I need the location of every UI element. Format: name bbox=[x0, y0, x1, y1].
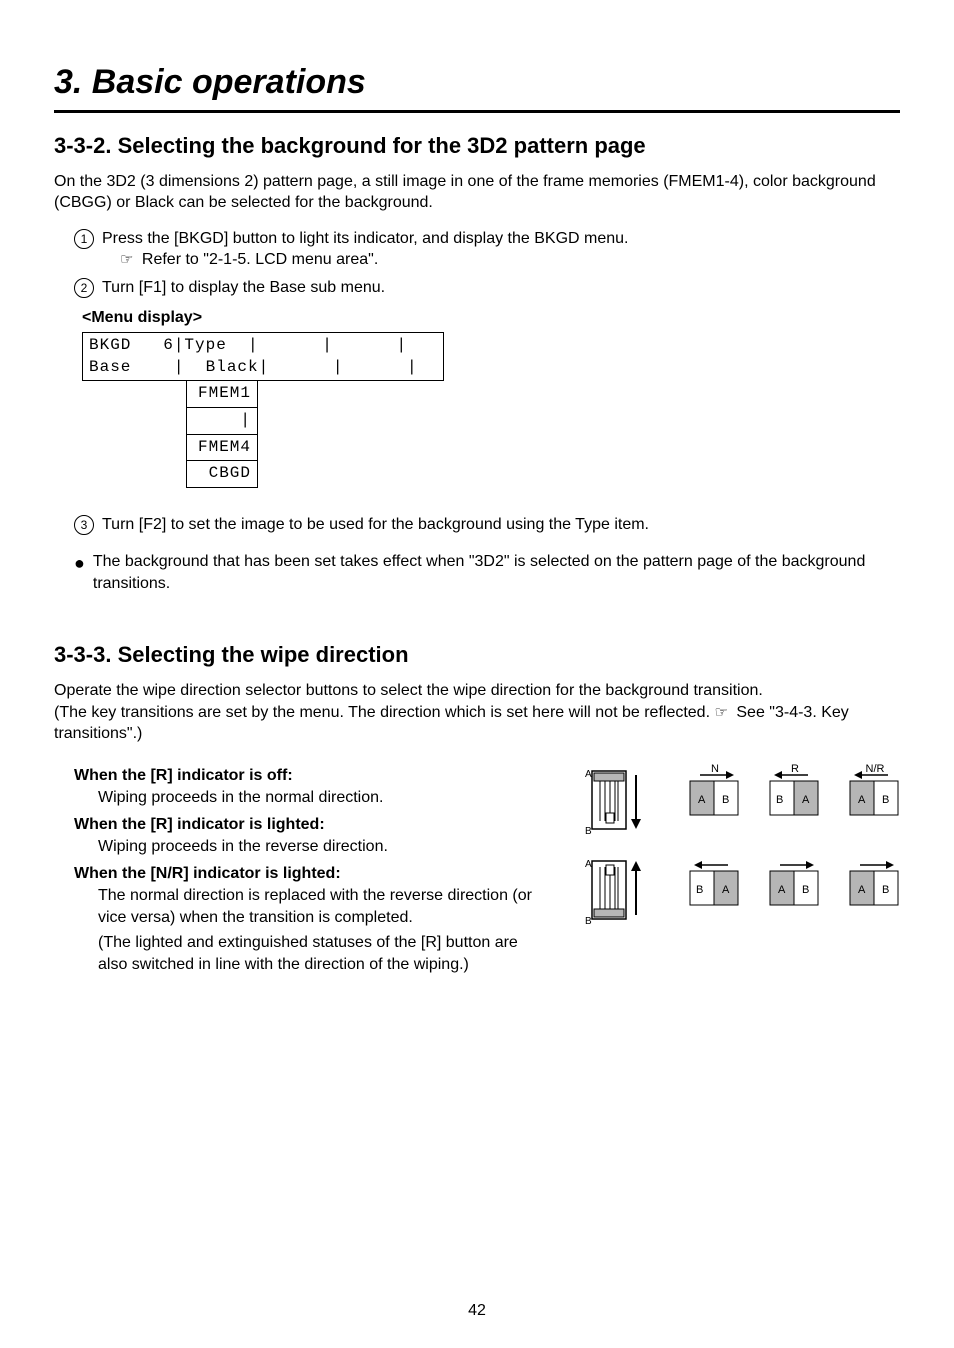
step-3: 3 Turn [F2] to set the image to be used … bbox=[74, 514, 900, 536]
menu-display-block: BKGD 6|Type | | | Base | Black| | | FMEM… bbox=[82, 332, 900, 488]
lever-a-label: A bbox=[585, 769, 592, 780]
hand-icon: ☞ bbox=[714, 704, 727, 721]
wipe-diagram-svg: N R N/R A B bbox=[570, 759, 900, 939]
chapter-title: 3. Basic operations bbox=[54, 60, 900, 113]
menu-row-1: BKGD 6|Type | | | bbox=[89, 336, 407, 354]
cell-a: A bbox=[722, 884, 730, 896]
bullet-text: The background that has been set takes e… bbox=[93, 551, 900, 594]
steps-list-1: 1 Press the [BKGD] button to light its i… bbox=[74, 228, 900, 299]
cell-b: B bbox=[776, 794, 783, 806]
page-container: 3. Basic operations 3-3-2. Selecting the… bbox=[0, 0, 954, 1348]
section-2-title: 3-3-3. Selecting the wipe direction bbox=[54, 640, 900, 670]
cell-b: B bbox=[722, 794, 729, 806]
cell-b: B bbox=[696, 884, 703, 896]
lever-a-label-2: A bbox=[585, 859, 592, 870]
cell-a: A bbox=[858, 884, 866, 896]
refer-line: ☞ Refer to "2-1-5. LCD menu area". bbox=[120, 249, 900, 271]
section-2-para-1: Operate the wipe direction selector butt… bbox=[54, 680, 900, 702]
section-1-title: 3-3-2. Selecting the background for the … bbox=[54, 131, 900, 161]
cell-a: A bbox=[802, 794, 810, 806]
menu-sub-3: FMEM4 bbox=[186, 435, 258, 462]
step-number-icon: 2 bbox=[74, 278, 94, 298]
steps-list-2: 3 Turn [F2] to set the image to be used … bbox=[74, 514, 900, 536]
indicator-d2: Wiping proceeds in the reverse direction… bbox=[98, 836, 546, 858]
lever-b-label-2: B bbox=[585, 916, 592, 927]
indicator-h2: When the [R] indicator is lighted: bbox=[74, 814, 546, 836]
section-2-para-2: (The key transitions are set by the menu… bbox=[54, 702, 900, 745]
indicator-h3: When the [N/R] indicator is lighted: bbox=[74, 863, 546, 885]
lever-b-label: B bbox=[585, 826, 592, 837]
menu-sub-4: CBGD bbox=[186, 461, 258, 488]
step-2-text: Turn [F1] to display the Base sub menu. bbox=[102, 277, 385, 299]
indicator-h1: When the [R] indicator is off: bbox=[74, 765, 546, 787]
bullet-note: ● The background that has been set takes… bbox=[74, 551, 900, 594]
step-3-text: Turn [F2] to set the image to be used fo… bbox=[102, 514, 649, 536]
cell-a: A bbox=[698, 794, 706, 806]
refer-text: Refer to "2-1-5. LCD menu area". bbox=[142, 251, 378, 268]
menu-row-2: Base | Black| | | bbox=[89, 358, 418, 376]
cell-a: A bbox=[778, 884, 786, 896]
diagram-label-r: R bbox=[791, 763, 799, 775]
menu-display-box: BKGD 6|Type | | | Base | Black| | | bbox=[82, 332, 444, 381]
cell-a: A bbox=[858, 794, 866, 806]
indicator-text-column: When the [R] indicator is off: Wiping pr… bbox=[54, 759, 546, 979]
indicator-d1: Wiping proceeds in the normal direction. bbox=[98, 787, 546, 809]
para2-part-a: (The key transitions are set by the menu… bbox=[54, 704, 714, 721]
cell-b: B bbox=[882, 884, 889, 896]
wipe-diagram: N R N/R A B bbox=[570, 759, 900, 946]
indicator-d3b: (The lighted and extinguished statuses o… bbox=[98, 932, 546, 975]
step-2: 2 Turn [F1] to display the Base sub menu… bbox=[74, 277, 900, 299]
diagram-label-nr: N/R bbox=[866, 763, 885, 775]
menu-sub-1: FMEM1 bbox=[186, 381, 258, 408]
menu-display-heading: <Menu display> bbox=[82, 307, 900, 329]
hand-icon: ☞ bbox=[120, 251, 133, 268]
indicator-block: When the [R] indicator is off: Wiping pr… bbox=[54, 759, 900, 979]
cell-b: B bbox=[882, 794, 889, 806]
section-1-intro: On the 3D2 (3 dimensions 2) pattern page… bbox=[54, 171, 900, 214]
indicator-d3a: The normal direction is replaced with th… bbox=[98, 885, 546, 928]
menu-sub-2: | bbox=[186, 408, 258, 435]
page-number: 42 bbox=[0, 1300, 954, 1322]
step-1-text: Press the [BKGD] button to light its ind… bbox=[102, 228, 629, 250]
diagram-label-n: N bbox=[711, 763, 719, 775]
cell-b: B bbox=[802, 884, 809, 896]
step-1: 1 Press the [BKGD] button to light its i… bbox=[74, 228, 900, 271]
step-number-icon: 3 bbox=[74, 515, 94, 535]
bullet-icon: ● bbox=[74, 554, 85, 572]
step-number-icon: 1 bbox=[74, 229, 94, 249]
